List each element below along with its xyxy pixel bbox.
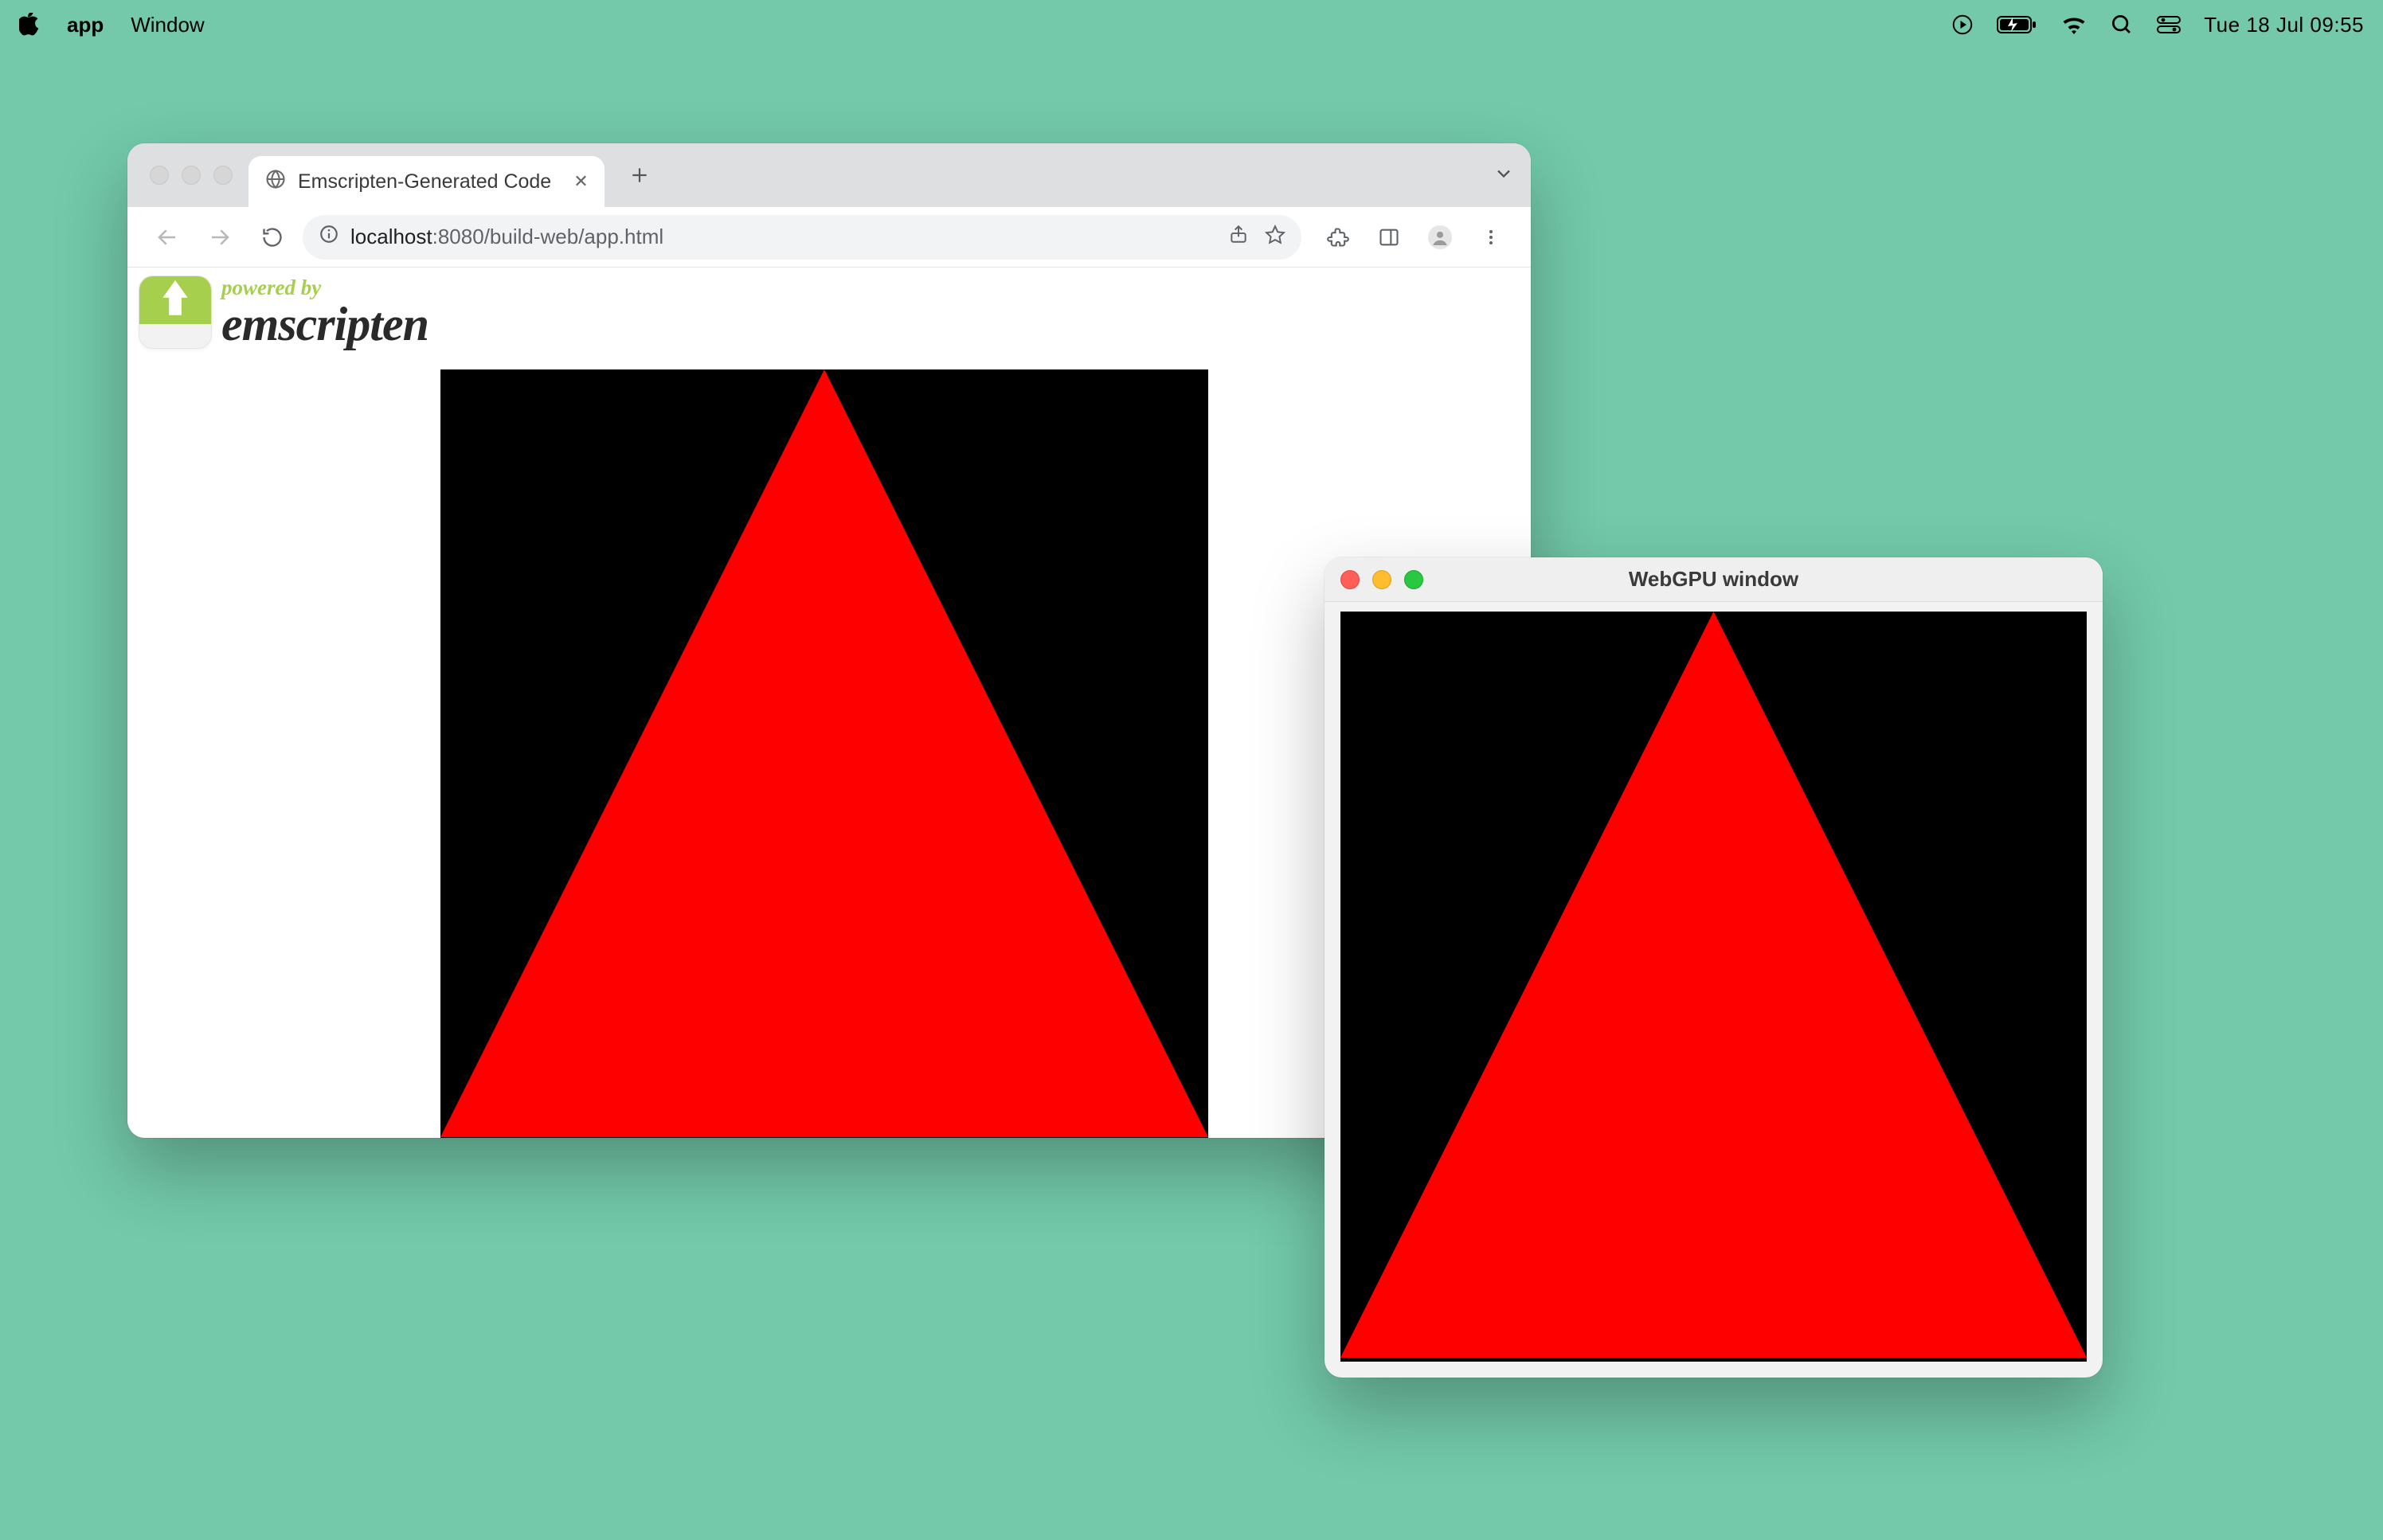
control-center-icon[interactable] bbox=[2156, 14, 2181, 35]
browser-viewport: powered by emscripten bbox=[127, 268, 1531, 1138]
native-titlebar[interactable]: WebGPU window bbox=[1325, 557, 2103, 602]
tabs-dropdown-button[interactable] bbox=[1493, 162, 1515, 189]
emscripten-logo-icon bbox=[139, 276, 212, 349]
red-triangle-icon bbox=[440, 369, 1208, 1137]
profile-button[interactable] bbox=[1418, 215, 1462, 260]
bookmark-star-icon[interactable] bbox=[1265, 224, 1285, 250]
url-host: localhost bbox=[350, 225, 432, 248]
side-panel-button[interactable] bbox=[1367, 215, 1411, 260]
apple-menu-icon[interactable] bbox=[19, 13, 40, 37]
emscripten-banner: powered by emscripten bbox=[139, 276, 428, 349]
native-window: WebGPU window bbox=[1325, 557, 2103, 1378]
traffic-zoom-icon[interactable] bbox=[1404, 570, 1423, 589]
emscripten-name: emscripten bbox=[221, 300, 428, 348]
chrome-menu-button[interactable] bbox=[1469, 215, 1513, 260]
native-content bbox=[1340, 612, 2087, 1362]
back-button[interactable] bbox=[145, 215, 190, 260]
native-window-title: WebGPU window bbox=[1325, 567, 2103, 592]
menubar-clock[interactable]: Tue 18 Jul 09:55 bbox=[2204, 13, 2364, 37]
site-info-icon[interactable] bbox=[319, 224, 339, 250]
battery-icon[interactable] bbox=[1997, 14, 2038, 35]
traffic-minimize-icon[interactable] bbox=[182, 166, 201, 185]
screen-record-icon[interactable] bbox=[1951, 13, 1974, 37]
browser-toolbar: localhost:8080/build-web/app.html bbox=[127, 207, 1531, 268]
macos-menubar: app Window Tue 18 Jul 09:55 bbox=[0, 0, 2383, 49]
webgpu-canvas-native bbox=[1340, 612, 2087, 1362]
globe-icon bbox=[264, 168, 287, 196]
browser-traffic-lights[interactable] bbox=[150, 166, 233, 185]
powered-by-label: powered by bbox=[221, 277, 428, 299]
browser-tab-title: Emscripten-Generated Code bbox=[298, 170, 551, 193]
close-icon[interactable]: ✕ bbox=[573, 171, 588, 192]
menubar-app-name[interactable]: app bbox=[67, 13, 104, 37]
extensions-button[interactable] bbox=[1316, 215, 1360, 260]
new-tab-button[interactable] bbox=[620, 156, 659, 194]
forward-button[interactable] bbox=[198, 215, 242, 260]
reload-button[interactable] bbox=[250, 215, 295, 260]
traffic-minimize-icon[interactable] bbox=[1372, 570, 1391, 589]
traffic-close-icon[interactable] bbox=[1340, 570, 1360, 589]
traffic-zoom-icon[interactable] bbox=[213, 166, 233, 185]
wifi-icon[interactable] bbox=[2060, 14, 2088, 35]
webgpu-canvas-browser bbox=[440, 369, 1208, 1138]
menubar-menu-window[interactable]: Window bbox=[131, 13, 204, 37]
traffic-close-icon[interactable] bbox=[150, 166, 169, 185]
native-traffic-lights[interactable] bbox=[1340, 570, 1423, 589]
share-icon[interactable] bbox=[1228, 224, 1249, 250]
spotlight-icon[interactable] bbox=[2110, 13, 2134, 37]
address-text: localhost:8080/build-web/app.html bbox=[350, 225, 1217, 249]
browser-window: Emscripten-Generated Code ✕ localhost:80… bbox=[127, 143, 1531, 1138]
url-path: :8080/build-web/app.html bbox=[432, 225, 664, 248]
red-triangle-icon bbox=[1340, 612, 2087, 1358]
browser-tabstrip: Emscripten-Generated Code ✕ bbox=[127, 143, 1531, 207]
browser-tab[interactable]: Emscripten-Generated Code ✕ bbox=[248, 156, 605, 207]
address-bar[interactable]: localhost:8080/build-web/app.html bbox=[303, 215, 1301, 260]
